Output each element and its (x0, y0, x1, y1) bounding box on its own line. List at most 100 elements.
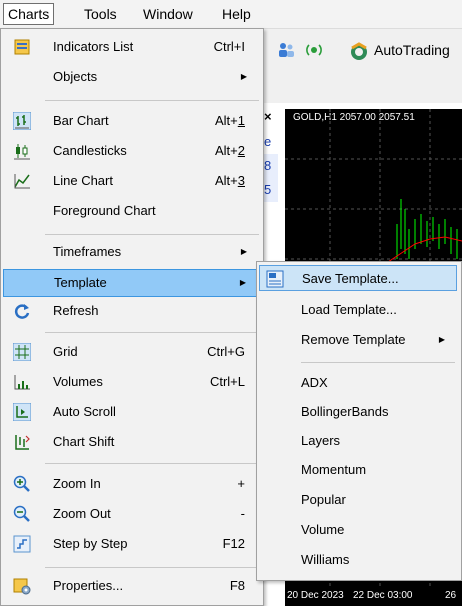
menu-item-step-by-step[interactable]: Step by Step F12 (3, 531, 259, 557)
menu-help[interactable]: Help (218, 4, 255, 24)
menu-item-volumes[interactable]: Volumes Ctrl+L (3, 369, 259, 395)
properties-icon (13, 578, 31, 595)
menu-item-label: BollingerBands (301, 404, 389, 419)
menu-item-shortcut: F12 (222, 536, 245, 551)
side-value: 8 (262, 154, 278, 178)
menu-item-label: Save Template... (302, 271, 399, 286)
autotrading-label[interactable]: AutoTrading (374, 42, 450, 58)
menu-item-refresh[interactable]: Refresh (3, 298, 259, 324)
x-axis-label: 22 Dec 03:00 (353, 590, 413, 601)
chart-shift-icon (15, 435, 30, 450)
menu-item-template-popular[interactable]: Popular (259, 487, 457, 513)
submenu-arrow-icon: ▶ (240, 72, 247, 81)
menu-separator (45, 567, 259, 568)
menu-item-template-adx[interactable]: ADX (259, 370, 457, 396)
menu-item-label: Candlesticks (53, 143, 127, 158)
menu-item-bar-chart[interactable]: Bar Chart Alt+1 (3, 108, 259, 134)
menu-item-template-layers[interactable]: Layers (259, 428, 457, 454)
menu-separator (45, 463, 259, 464)
menu-item-label: Zoom In (53, 476, 101, 491)
save-template-icon (266, 270, 284, 288)
menu-item-template-williams[interactable]: Williams (259, 547, 457, 573)
menu-separator (45, 234, 259, 235)
line-chart-icon (14, 174, 30, 189)
submenu-arrow-icon: ▶ (239, 278, 246, 287)
menu-item-zoom-out[interactable]: Zoom Out - (3, 501, 259, 527)
close-icon[interactable]: × (264, 109, 272, 124)
menu-separator (45, 332, 259, 333)
submenu-arrow-icon: ▶ (438, 335, 445, 344)
menu-item-objects[interactable]: Objects ▶ (3, 64, 259, 90)
menu-item-save-template[interactable]: Save Template... (259, 265, 457, 291)
menu-item-label: Momentum (301, 462, 367, 477)
menu-item-label: Refresh (53, 303, 99, 318)
menu-item-label: Popular (301, 492, 346, 507)
menu-item-label: Template (54, 275, 107, 290)
menu-item-shortcut: Ctrl+I (213, 39, 245, 54)
template-submenu: Save Template... Load Template... Remove… (256, 261, 462, 581)
menu-item-shortcut: - (240, 506, 245, 521)
menu-item-label: ADX (301, 375, 328, 390)
menu-item-chart-shift[interactable]: Chart Shift (3, 429, 259, 455)
menu-item-shortcut: F8 (229, 578, 245, 593)
auto-scroll-icon (13, 403, 31, 421)
menu-item-label: Foreground Chart (53, 203, 156, 218)
menu-item-label: Bar Chart (53, 113, 109, 128)
grid-icon (13, 343, 31, 361)
candlesticks-icon (14, 144, 30, 160)
menu-item-indicators-list[interactable]: Indicators List Ctrl+I (3, 34, 259, 60)
menu-window[interactable]: Window (139, 4, 197, 24)
autotrading-icon[interactable] (348, 40, 370, 62)
zoom-in-icon (13, 475, 30, 492)
menu-item-zoom-in[interactable]: Zoom In + (3, 471, 259, 497)
menu-tools[interactable]: Tools (80, 4, 121, 24)
menu-item-shortcut: Alt+2 (215, 143, 245, 158)
menu-item-label: Volume (301, 522, 345, 537)
menu-item-load-template[interactable]: Load Template... (259, 297, 457, 323)
menu-item-label: Zoom Out (53, 506, 111, 521)
menu-item-shortcut: Ctrl+L (209, 374, 245, 389)
menu-charts[interactable]: Charts (3, 3, 55, 25)
menu-item-template[interactable]: Template ▶ (3, 269, 259, 297)
menu-item-shortcut: Ctrl+G (207, 344, 245, 359)
menu-item-shortcut: + (237, 476, 245, 491)
menu-item-grid[interactable]: Grid Ctrl+G (3, 339, 259, 365)
menu-item-label: Williams (301, 552, 350, 567)
side-value: 5 (262, 178, 278, 202)
menu-item-label: Properties... (53, 578, 124, 593)
menu-item-shortcut: Alt+3 (215, 173, 245, 188)
signal-icon[interactable] (304, 40, 324, 60)
menu-item-line-chart[interactable]: Line Chart Alt+3 (3, 168, 259, 194)
x-axis: 20 Dec 2023 22 Dec 03:00 26 (285, 586, 462, 606)
menu-item-foreground-chart[interactable]: Foreground Chart (3, 198, 259, 224)
menu-item-timeframes[interactable]: Timeframes ▶ (3, 239, 259, 265)
charts-menu: Indicators List Ctrl+I Objects ▶ Bar Cha… (0, 28, 264, 606)
menu-item-shortcut: Alt+1 (215, 113, 245, 128)
side-value: e (264, 134, 272, 149)
menu-separator (301, 362, 455, 363)
indicators-list-icon (14, 39, 30, 55)
menu-item-candlesticks[interactable]: Candlesticks Alt+2 (3, 138, 259, 164)
menu-item-template-bollingerbands[interactable]: BollingerBands (259, 399, 457, 425)
volumes-icon (14, 375, 30, 390)
menu-item-label: Timeframes (53, 244, 122, 259)
menu-item-label: Step by Step (53, 536, 128, 551)
menu-item-template-momentum[interactable]: Momentum (259, 457, 457, 483)
refresh-icon (14, 304, 30, 319)
zoom-out-icon (13, 505, 30, 522)
people-icon[interactable] (276, 40, 296, 60)
menu-item-template-volume[interactable]: Volume (259, 517, 457, 543)
x-axis-label: 20 Dec 2023 (287, 590, 344, 601)
menu-item-label: Line Chart (53, 173, 113, 188)
menu-item-label: Volumes (53, 374, 103, 389)
menu-item-label: Remove Template (301, 332, 406, 347)
menu-item-label: Chart Shift (53, 434, 115, 449)
menu-item-label: Load Template... (301, 302, 397, 317)
menu-item-auto-scroll[interactable]: Auto Scroll (3, 399, 259, 425)
bar-chart-icon (13, 112, 31, 130)
menu-item-remove-template[interactable]: Remove Template ▶ (259, 327, 457, 353)
submenu-arrow-icon: ▶ (240, 247, 247, 256)
menu-item-label: Layers (301, 433, 341, 448)
menu-item-label: Objects (53, 69, 98, 84)
menu-item-properties[interactable]: Properties... F8 (3, 573, 259, 599)
